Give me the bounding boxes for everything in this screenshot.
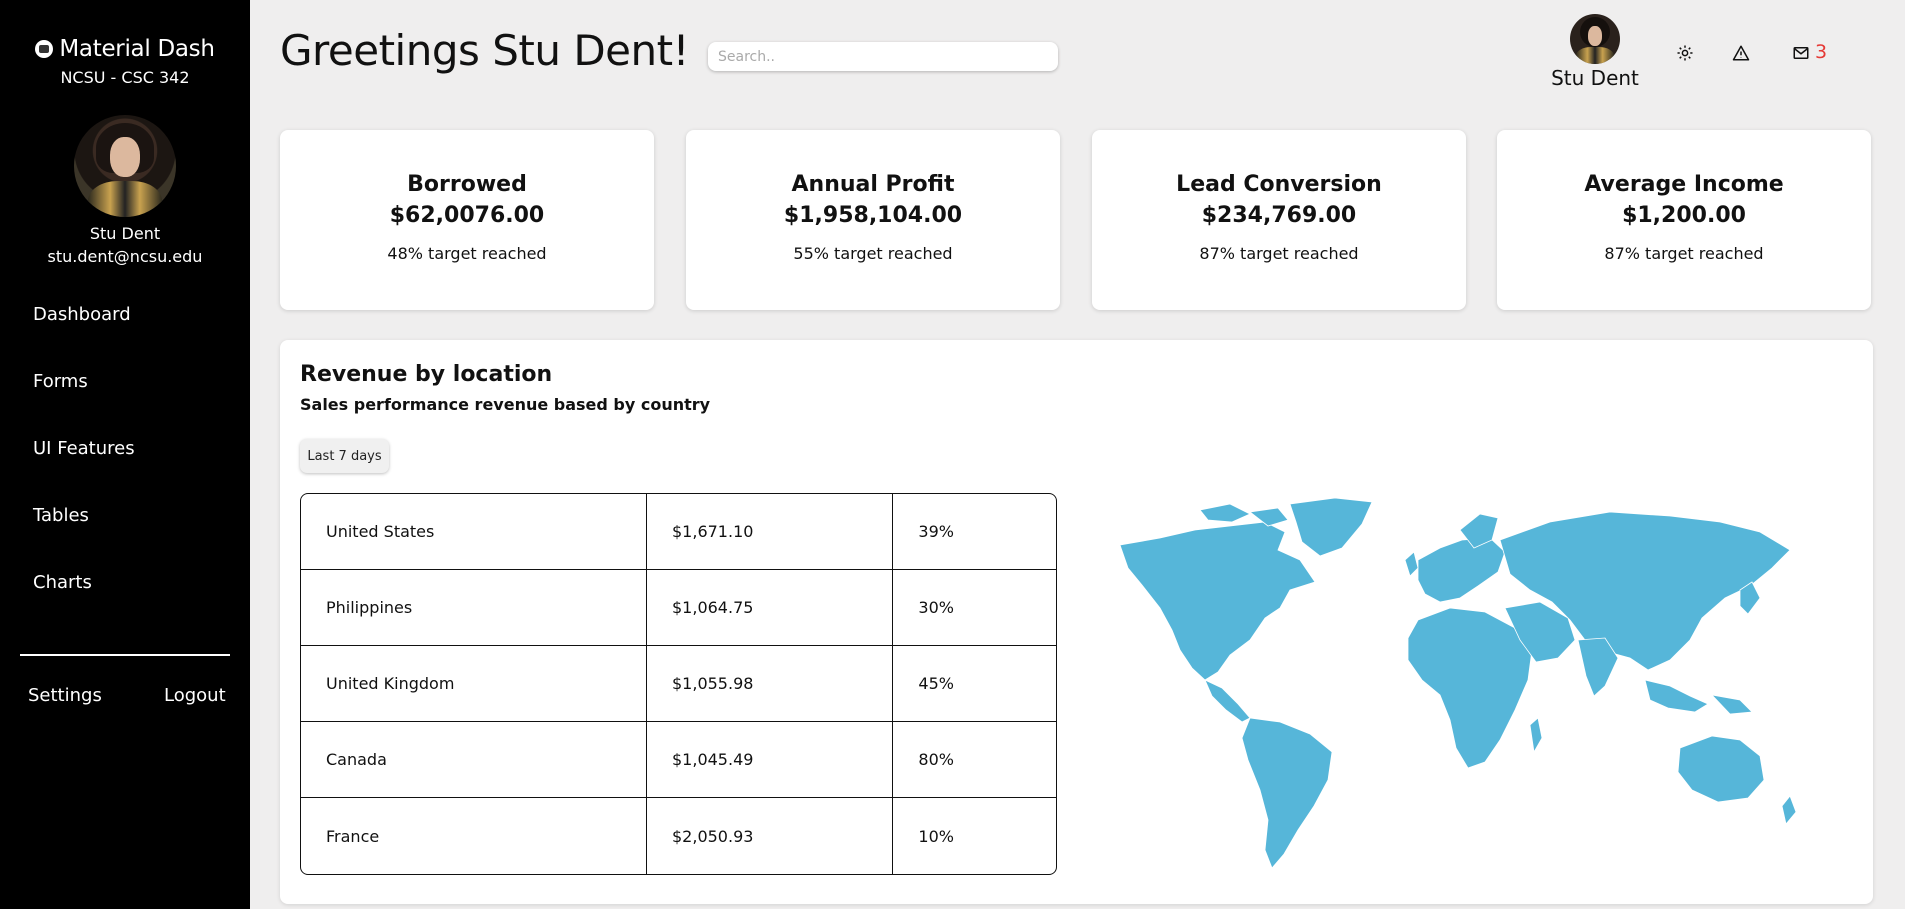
country-cell: United States — [301, 494, 647, 570]
card-subtext: 87% target reached — [1604, 244, 1764, 263]
brand-icon — [35, 40, 54, 58]
panel-title: Revenue by location — [300, 362, 553, 387]
sidebar-nav: Dashboard Forms UI Features Tables Chart… — [33, 300, 135, 635]
table-row: United Kingdom $1,055.98 45% — [301, 646, 1056, 722]
card-value: $1,200.00 — [1622, 203, 1746, 228]
sidebar-item-tables[interactable]: Tables — [33, 501, 135, 568]
table-row: Philippines $1,064.75 30% — [301, 570, 1056, 646]
world-map-shapes — [1119, 497, 1797, 869]
table-row: United States $1,671.10 39% — [301, 494, 1056, 570]
panel-subtitle: Sales performance revenue based by count… — [300, 395, 711, 414]
brand[interactable]: Material Dash — [0, 36, 250, 62]
card-title: Lead Conversion — [1176, 172, 1382, 197]
percent-cell: 30% — [893, 570, 1056, 646]
card-title: Borrowed — [407, 172, 527, 197]
percent-cell: 10% — [918, 826, 954, 846]
warning-icon[interactable] — [1732, 44, 1754, 66]
stat-card-annual-profit: Annual Profit $1,958,104.00 55% target r… — [686, 130, 1060, 310]
card-value: $234,769.00 — [1201, 203, 1357, 228]
amount-cell: $1,064.75 — [647, 570, 894, 646]
sidebar-item-forms[interactable]: Forms — [33, 367, 135, 434]
percent-cell: 39% — [893, 494, 1056, 570]
sidebar-item-charts[interactable]: Charts — [33, 568, 135, 635]
country-cell: Philippines — [301, 570, 647, 646]
stat-card-average-income: Average Income $1,200.00 87% target reac… — [1497, 130, 1871, 310]
brand-name: Material Dash — [59, 36, 215, 62]
table-row: France $2,050.93 10% — [301, 798, 1056, 874]
card-value: $62,0076.00 — [389, 203, 545, 228]
gear-icon[interactable] — [1676, 44, 1698, 66]
mail-icon[interactable] — [1792, 44, 1814, 66]
card-subtext: 48% target reached — [387, 244, 547, 263]
header-avatar[interactable] — [1570, 14, 1620, 64]
card-value: $1,958,104.00 — [783, 203, 963, 228]
sidebar-user-name: Stu Dent — [89, 224, 161, 243]
country-cell: United Kingdom — [301, 646, 647, 722]
sidebar-item-ui-features[interactable]: UI Features — [33, 434, 135, 501]
course-label: NCSU - CSC 342 — [60, 68, 190, 87]
card-title: Average Income — [1584, 172, 1784, 197]
revenue-panel: Revenue by location Sales performance re… — [280, 340, 1873, 904]
country-cell: Canada — [301, 722, 647, 798]
stat-card-borrowed: Borrowed $62,0076.00 48% target reached — [280, 130, 654, 310]
mail-count-badge: 3 — [1815, 41, 1828, 63]
search-input[interactable] — [708, 42, 1058, 71]
logout-link[interactable]: Logout — [164, 685, 226, 706]
world-map — [1119, 497, 1797, 869]
sidebar-user-email: stu.dent@ncsu.edu — [47, 247, 203, 266]
sidebar: Material Dash NCSU - CSC 342 Stu Dent st… — [0, 0, 250, 909]
amount-cell: $1,671.10 — [647, 494, 894, 570]
sidebar-item-dashboard[interactable]: Dashboard — [33, 300, 135, 367]
amount-cell: $2,050.93 — [647, 798, 894, 874]
card-title: Annual Profit — [791, 172, 955, 197]
card-subtext: 55% target reached — [793, 244, 953, 263]
amount-cell: $1,045.49 — [647, 722, 894, 798]
percent-cell: 80% — [893, 722, 1056, 798]
amount-cell: $1,055.98 — [647, 646, 894, 722]
sidebar-divider — [20, 654, 230, 656]
avatar — [74, 115, 176, 217]
date-range-button[interactable]: Last 7 days — [300, 439, 389, 473]
card-subtext: 87% target reached — [1199, 244, 1359, 263]
percent-cell: 45% — [893, 646, 1056, 722]
table-row: Canada $1,045.49 80% — [301, 722, 1056, 798]
settings-link[interactable]: Settings — [28, 685, 102, 706]
revenue-table: United States $1,671.10 39% Philippines … — [300, 493, 1057, 875]
country-cell: France — [301, 798, 647, 874]
header-user-name: Stu Dent — [1551, 66, 1639, 90]
stat-card-lead-conversion: Lead Conversion $234,769.00 87% target r… — [1092, 130, 1466, 310]
page-title: Greetings Stu Dent! — [280, 26, 689, 75]
